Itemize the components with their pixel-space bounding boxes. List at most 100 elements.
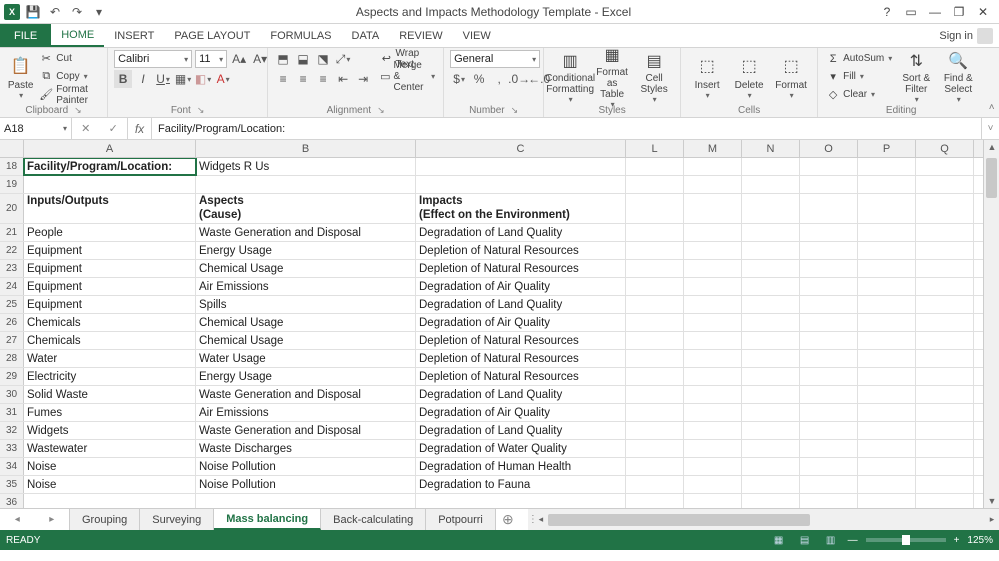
cell-P30[interactable] bbox=[858, 386, 916, 403]
cell-M22[interactable] bbox=[684, 242, 742, 259]
cell-A28[interactable]: Water bbox=[24, 350, 196, 367]
cell-A18[interactable]: Facility/Program/Location: bbox=[24, 158, 196, 175]
row-header-29[interactable]: 29 bbox=[0, 368, 24, 385]
fill-color-button[interactable]: ◧▾ bbox=[194, 70, 212, 88]
cell-B23[interactable]: Chemical Usage bbox=[196, 260, 416, 277]
cell-styles-button[interactable]: ▤Cell Styles▾ bbox=[634, 50, 674, 104]
clear-button[interactable]: ◇Clear▾ bbox=[824, 86, 894, 103]
ribbon-tab-view[interactable]: VIEW bbox=[453, 24, 501, 47]
merge-center-button[interactable]: ▭Merge & Center▾ bbox=[378, 68, 437, 85]
redo-icon[interactable]: ↷ bbox=[68, 3, 86, 21]
cell-O19[interactable] bbox=[800, 176, 858, 193]
cell-O36[interactable] bbox=[800, 494, 858, 508]
cell-N28[interactable] bbox=[742, 350, 800, 367]
cell-L33[interactable] bbox=[626, 440, 684, 457]
ribbon-options-icon[interactable]: ▭ bbox=[903, 4, 919, 20]
cell-P21[interactable] bbox=[858, 224, 916, 241]
comma-icon[interactable]: , bbox=[490, 70, 508, 88]
cell-O28[interactable] bbox=[800, 350, 858, 367]
shrink-font-icon[interactable]: A▾ bbox=[251, 50, 269, 68]
row-header-26[interactable]: 26 bbox=[0, 314, 24, 331]
copy-button[interactable]: ⧉Copy▾ bbox=[37, 68, 101, 85]
cell-M28[interactable] bbox=[684, 350, 742, 367]
hscroll-thumb[interactable] bbox=[548, 514, 810, 526]
cell-O32[interactable] bbox=[800, 422, 858, 439]
cell-C35[interactable]: Degradation to Fauna bbox=[416, 476, 626, 493]
cell-L35[interactable] bbox=[626, 476, 684, 493]
sort-filter-button[interactable]: ⇅Sort & Filter▾ bbox=[896, 50, 936, 104]
cell-P24[interactable] bbox=[858, 278, 916, 295]
ribbon-tab-home[interactable]: HOME bbox=[51, 24, 104, 47]
cell-N31[interactable] bbox=[742, 404, 800, 421]
cell-B33[interactable]: Waste Discharges bbox=[196, 440, 416, 457]
close-icon[interactable]: ✕ bbox=[975, 4, 991, 20]
cell-M36[interactable] bbox=[684, 494, 742, 508]
row-header-31[interactable]: 31 bbox=[0, 404, 24, 421]
cell-L36[interactable] bbox=[626, 494, 684, 508]
format-as-table-button[interactable]: ▦Format as Table▾ bbox=[592, 50, 632, 104]
cell-B27[interactable]: Chemical Usage bbox=[196, 332, 416, 349]
cell-B29[interactable]: Energy Usage bbox=[196, 368, 416, 385]
cell-N21[interactable] bbox=[742, 224, 800, 241]
cell-B19[interactable] bbox=[196, 176, 416, 193]
cell-Q36[interactable] bbox=[916, 494, 974, 508]
cell-O35[interactable] bbox=[800, 476, 858, 493]
col-header-C[interactable]: C bbox=[416, 140, 626, 157]
cell-L27[interactable] bbox=[626, 332, 684, 349]
border-button[interactable]: ▦▾ bbox=[174, 70, 192, 88]
file-tab[interactable]: FILE bbox=[0, 24, 51, 47]
cell-B36[interactable] bbox=[196, 494, 416, 508]
cell-M26[interactable] bbox=[684, 314, 742, 331]
cell-N30[interactable] bbox=[742, 386, 800, 403]
cell-O30[interactable] bbox=[800, 386, 858, 403]
underline-button[interactable]: U▾ bbox=[154, 70, 172, 88]
cell-O26[interactable] bbox=[800, 314, 858, 331]
orientation-icon[interactable]: ⤢▾ bbox=[334, 50, 352, 68]
cell-Q18[interactable] bbox=[916, 158, 974, 175]
cell-N26[interactable] bbox=[742, 314, 800, 331]
cell-A26[interactable]: Chemicals bbox=[24, 314, 196, 331]
cell-A21[interactable]: People bbox=[24, 224, 196, 241]
hscroll-right-icon[interactable]: ▸ bbox=[985, 514, 999, 525]
cell-A24[interactable]: Equipment bbox=[24, 278, 196, 295]
cell-A31[interactable]: Fumes bbox=[24, 404, 196, 421]
cell-N33[interactable] bbox=[742, 440, 800, 457]
cell-M25[interactable] bbox=[684, 296, 742, 313]
cell-A23[interactable]: Equipment bbox=[24, 260, 196, 277]
cell-M20[interactable] bbox=[684, 194, 742, 223]
cell-N27[interactable] bbox=[742, 332, 800, 349]
font-launcher-icon[interactable]: ↘ bbox=[197, 105, 205, 116]
cell-C21[interactable]: Degradation of Land Quality bbox=[416, 224, 626, 241]
cell-O33[interactable] bbox=[800, 440, 858, 457]
cell-B22[interactable]: Energy Usage bbox=[196, 242, 416, 259]
cell-B34[interactable]: Noise Pollution bbox=[196, 458, 416, 475]
cell-Q27[interactable] bbox=[916, 332, 974, 349]
cell-M29[interactable] bbox=[684, 368, 742, 385]
cell-A30[interactable]: Solid Waste bbox=[24, 386, 196, 403]
cell-C23[interactable]: Depletion of Natural Resources bbox=[416, 260, 626, 277]
cell-L28[interactable] bbox=[626, 350, 684, 367]
cell-C29[interactable]: Depletion of Natural Resources bbox=[416, 368, 626, 385]
cell-N29[interactable] bbox=[742, 368, 800, 385]
row-header-21[interactable]: 21 bbox=[0, 224, 24, 241]
cell-N34[interactable] bbox=[742, 458, 800, 475]
cell-C24[interactable]: Degradation of Air Quality bbox=[416, 278, 626, 295]
cell-N23[interactable] bbox=[742, 260, 800, 277]
col-header-Q[interactable]: Q bbox=[916, 140, 974, 157]
cell-Q35[interactable] bbox=[916, 476, 974, 493]
align-top-icon[interactable]: ⬒ bbox=[274, 50, 292, 68]
clipboard-launcher-icon[interactable]: ↘ bbox=[74, 105, 82, 116]
cell-B24[interactable]: Air Emissions bbox=[196, 278, 416, 295]
cell-M27[interactable] bbox=[684, 332, 742, 349]
row-header-27[interactable]: 27 bbox=[0, 332, 24, 349]
cell-C27[interactable]: Depletion of Natural Resources bbox=[416, 332, 626, 349]
scroll-down-icon[interactable]: ▼ bbox=[984, 494, 999, 508]
cell-L30[interactable] bbox=[626, 386, 684, 403]
cell-P31[interactable] bbox=[858, 404, 916, 421]
cell-A36[interactable] bbox=[24, 494, 196, 508]
col-header-L[interactable]: L bbox=[626, 140, 684, 157]
cell-P26[interactable] bbox=[858, 314, 916, 331]
decrease-indent-icon[interactable]: ⇤ bbox=[334, 70, 352, 88]
cell-L22[interactable] bbox=[626, 242, 684, 259]
cell-Q34[interactable] bbox=[916, 458, 974, 475]
